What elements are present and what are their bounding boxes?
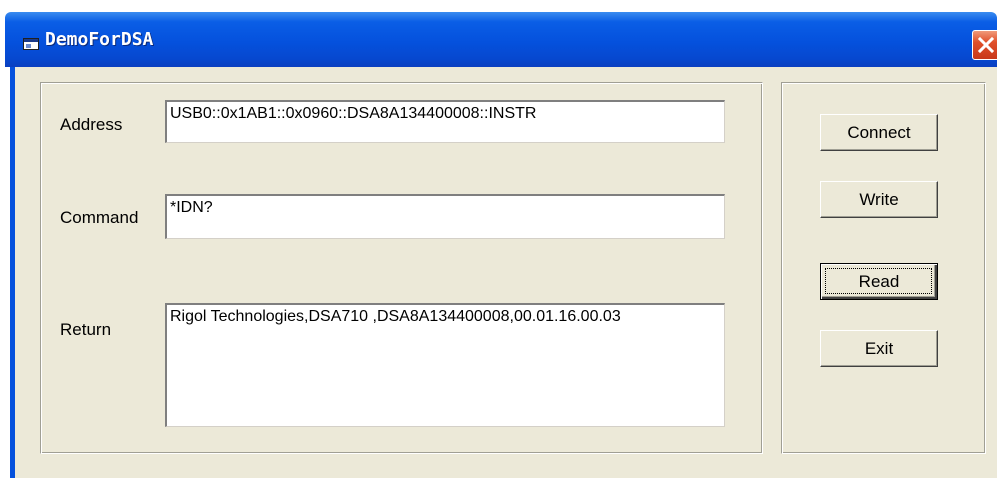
address-field[interactable]: USB0::0x1AB1::0x0960::DSA8A134400008::IN… bbox=[165, 100, 725, 143]
connect-button[interactable]: Connect bbox=[820, 114, 938, 151]
exit-button[interactable]: Exit bbox=[820, 330, 938, 367]
address-label: Address bbox=[60, 115, 123, 134]
command-label: Command bbox=[60, 208, 139, 227]
write-button-label: Write bbox=[859, 189, 899, 209]
focus-indicator bbox=[825, 268, 932, 294]
exit-button-label: Exit bbox=[864, 338, 894, 358]
window-client-area: Address USB0::0x1AB1::0x0960::DSA8A13440… bbox=[15, 67, 997, 478]
read-button[interactable]: Read bbox=[820, 263, 938, 300]
write-button[interactable]: Write bbox=[820, 181, 938, 218]
connect-button-label: Connect bbox=[847, 122, 911, 142]
title-bar[interactable]: DemoForDSA bbox=[5, 12, 997, 67]
return-textarea[interactable]: Rigol Technologies,DSA710 ,DSA8A13440000… bbox=[165, 303, 725, 427]
close-button[interactable] bbox=[972, 30, 997, 60]
window-title: DemoForDSA bbox=[45, 29, 154, 50]
app-window-icon bbox=[23, 37, 39, 50]
return-label: Return bbox=[60, 320, 112, 339]
command-field[interactable]: *IDN? bbox=[165, 194, 725, 239]
app-window: DemoForDSA Address USB0::0x1AB1::0x0960:… bbox=[5, 0, 997, 478]
